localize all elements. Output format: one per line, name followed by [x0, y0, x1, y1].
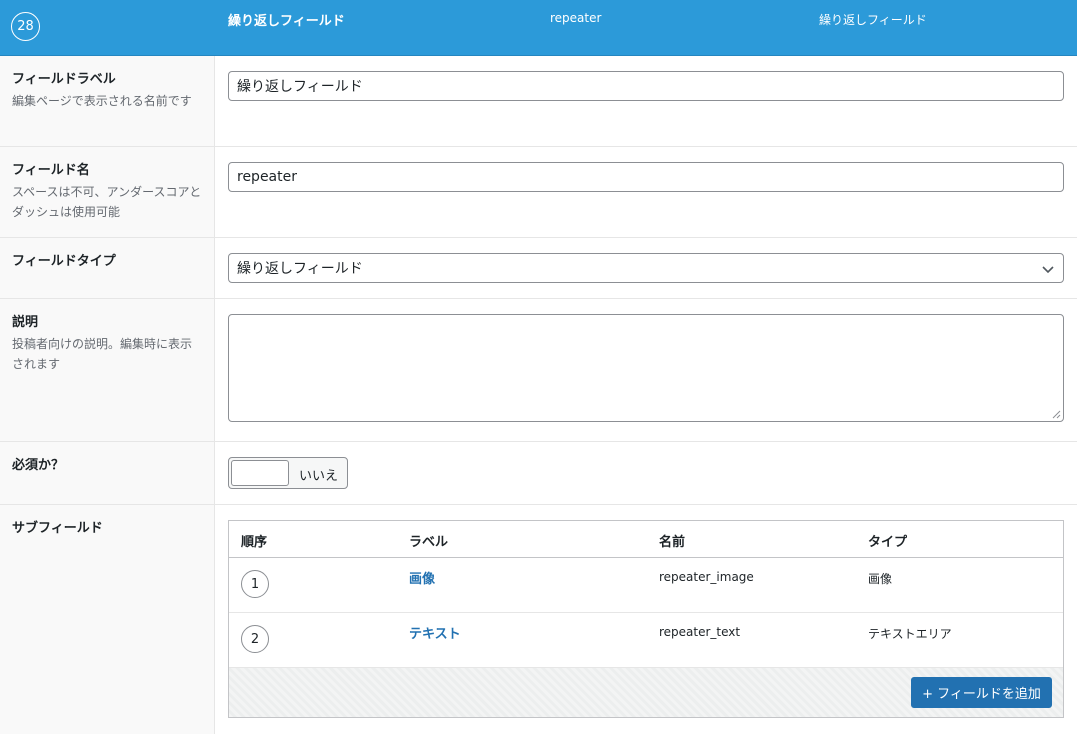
- subfields-title: サブフィールド: [12, 521, 103, 536]
- field-label-input[interactable]: 繰り返しフィールド: [228, 71, 1064, 101]
- field-label-row: フィールドラベル 編集ページで表示される名前です 繰り返しフィールド: [0, 56, 1077, 147]
- col-header-order: 順序: [241, 535, 268, 550]
- required-toggle-knob[interactable]: [231, 460, 289, 486]
- field-description-desc: 投稿者向けの説明。編集時に表示されます: [12, 337, 193, 371]
- header-field-name: repeater: [550, 11, 602, 25]
- subfields-table: 順序 ラベル 名前 タイプ 1 画像 repeater_image 画像 2 テ…: [228, 520, 1064, 718]
- field-description-row: 説明 投稿者向けの説明。編集時に表示されます: [0, 299, 1077, 442]
- col-header-type: タイプ: [868, 535, 908, 550]
- col-header-label: ラベル: [409, 535, 449, 550]
- field-name-title: フィールド名: [12, 163, 90, 178]
- header-field-label[interactable]: 繰り返しフィールド: [228, 10, 345, 29]
- subfield-order-handle[interactable]: 2: [241, 625, 269, 653]
- header-field-type: 繰り返しフィールド: [819, 13, 927, 27]
- subfields-row: サブフィールド 順序 ラベル 名前 タイプ 1 画像 repeater_imag…: [0, 505, 1077, 734]
- field-name-input[interactable]: repeater: [228, 162, 1064, 192]
- field-type-row: フィールドタイプ 繰り返しフィールド: [0, 238, 1077, 299]
- field-type-select[interactable]: 繰り返しフィールド: [228, 253, 1064, 283]
- required-toggle-label: いいえ: [299, 469, 339, 484]
- field-name-row: フィールド名 スペースは不可、アンダースコアとダッシュは使用可能 repeate…: [0, 147, 1077, 238]
- chevron-down-icon: [1042, 266, 1054, 274]
- subfield-label-link[interactable]: テキスト: [409, 623, 461, 642]
- subfields-table-header: 順序 ラベル 名前 タイプ: [229, 521, 1063, 558]
- field-header[interactable]: 28 繰り返しフィールド repeater 繰り返しフィールド: [0, 0, 1077, 56]
- col-header-name: 名前: [659, 535, 686, 550]
- field-name-label-col: フィールド名 スペースは不可、アンダースコアとダッシュは使用可能: [0, 147, 215, 237]
- add-field-button[interactable]: + フィールドを追加: [911, 677, 1052, 708]
- subfield-order-handle[interactable]: 1: [241, 570, 269, 598]
- subfield-type: 画像: [868, 572, 893, 586]
- subfields-table-footer: + フィールドを追加: [229, 668, 1063, 717]
- subfield-name: repeater_text: [659, 625, 741, 639]
- subfield-label-link[interactable]: 画像: [409, 568, 435, 587]
- field-name-desc: スペースは不可、アンダースコアとダッシュは使用可能: [12, 185, 202, 219]
- table-row[interactable]: 2 テキスト repeater_text テキストエリア: [229, 613, 1063, 668]
- field-type-selected-value: 繰り返しフィールド: [237, 261, 363, 277]
- field-required-title: 必須か？: [12, 458, 65, 473]
- field-description-title: 説明: [12, 315, 39, 330]
- field-label-title: フィールドラベル: [12, 72, 116, 87]
- table-row[interactable]: 1 画像 repeater_image 画像: [229, 558, 1063, 613]
- field-description-textarea[interactable]: [228, 314, 1064, 422]
- subfield-name: repeater_image: [659, 570, 754, 584]
- subfield-type: テキストエリア: [868, 627, 952, 641]
- field-required-label-col: 必須か？: [0, 442, 215, 504]
- field-description-label-col: 説明 投稿者向けの説明。編集時に表示されます: [0, 299, 215, 441]
- field-type-label-col: フィールドタイプ: [0, 238, 215, 298]
- field-type-title: フィールドタイプ: [12, 254, 116, 269]
- required-toggle[interactable]: いいえ: [228, 457, 348, 489]
- resize-grip-icon[interactable]: [1052, 410, 1061, 419]
- field-required-row: 必須か？ いいえ: [0, 442, 1077, 505]
- subfields-label-col: サブフィールド: [0, 505, 215, 734]
- field-label-label-col: フィールドラベル 編集ページで表示される名前です: [0, 56, 215, 146]
- field-order-badge: 28: [11, 12, 40, 41]
- field-label-desc: 編集ページで表示される名前です: [12, 94, 192, 108]
